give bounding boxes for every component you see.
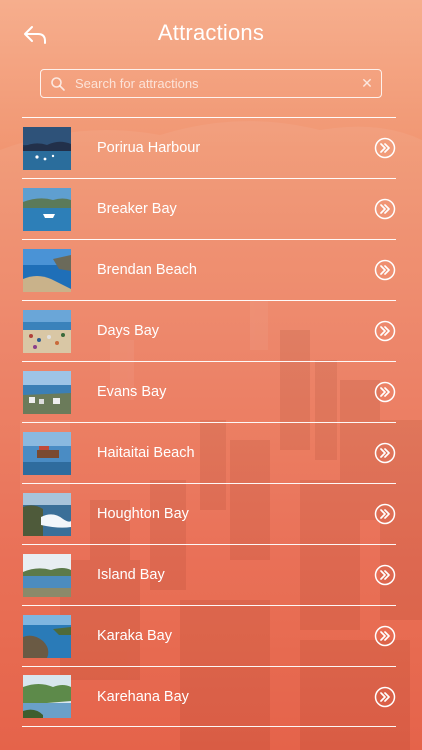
attraction-name: Houghton Bay [97, 506, 189, 522]
list-item[interactable]: Island Bay [22, 544, 396, 605]
search-bar: ✕ [40, 69, 382, 98]
list-item[interactable]: Evans Bay [22, 361, 396, 422]
attraction-thumbnail [23, 370, 71, 414]
attraction-thumbnail [23, 126, 71, 170]
double-chevron-right-icon[interactable] [374, 564, 396, 586]
search-icon [43, 70, 73, 97]
attraction-name: Breaker Bay [97, 201, 177, 217]
list-item[interactable]: Karaka Bay [22, 605, 396, 666]
attraction-name: Porirua Harbour [97, 140, 201, 156]
list-item[interactable]: Porirua Harbour [22, 117, 396, 178]
double-chevron-right-icon[interactable] [374, 625, 396, 647]
attraction-name: Days Bay [97, 323, 160, 339]
double-chevron-right-icon[interactable] [374, 503, 396, 525]
double-chevron-right-icon[interactable] [374, 442, 396, 464]
attraction-thumbnail [23, 614, 71, 658]
attraction-name: Brendan Beach [97, 262, 197, 278]
list-item[interactable]: Karehana Bay [22, 666, 396, 727]
clear-icon[interactable]: ✕ [353, 70, 381, 97]
double-chevron-right-icon[interactable] [374, 198, 396, 220]
header-bar: Attractions [0, 0, 422, 66]
attraction-thumbnail [23, 431, 71, 475]
list-item[interactable]: Breaker Bay [22, 178, 396, 239]
double-chevron-right-icon[interactable] [374, 381, 396, 403]
attraction-name: Island Bay [97, 567, 165, 583]
search-input[interactable] [73, 76, 353, 91]
attraction-name: Karehana Bay [97, 688, 189, 705]
list-item[interactable]: Houghton Bay [22, 483, 396, 544]
attraction-thumbnail [23, 248, 71, 292]
attraction-name: Karaka Bay [97, 628, 172, 644]
attraction-thumbnail [23, 675, 71, 718]
list-item[interactable]: Haitaitai Beach [22, 422, 396, 483]
attraction-thumbnail [23, 187, 71, 231]
double-chevron-right-icon[interactable] [374, 259, 396, 281]
page-title: Attractions [157, 20, 265, 45]
attractions-list: Porirua Harbour Breaker Bay Brendan Beac… [22, 117, 396, 727]
attraction-thumbnail [23, 553, 71, 597]
attraction-name: Haitaitai Beach [97, 445, 195, 461]
attraction-thumbnail [23, 309, 71, 353]
attraction-thumbnail [23, 492, 71, 536]
double-chevron-right-icon[interactable] [374, 686, 396, 708]
attraction-name: Evans Bay [97, 384, 167, 400]
list-item[interactable]: Brendan Beach [22, 239, 396, 300]
list-item[interactable]: Days Bay [22, 300, 396, 361]
double-chevron-right-icon[interactable] [374, 137, 396, 159]
double-chevron-right-icon[interactable] [374, 320, 396, 342]
